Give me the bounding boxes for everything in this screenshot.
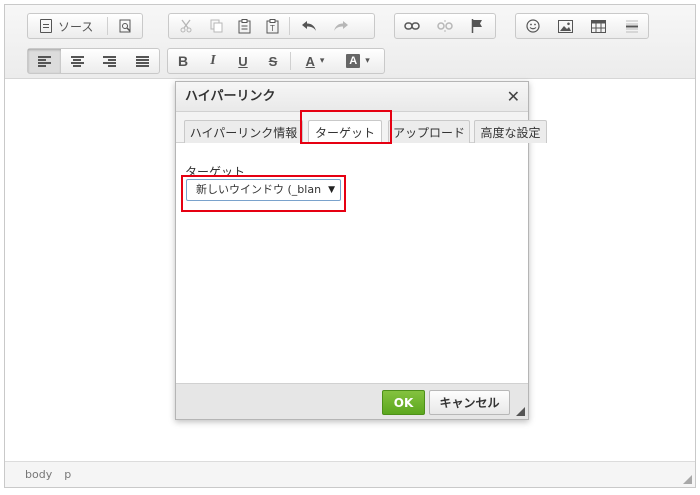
close-icon[interactable]: ✕: [507, 82, 520, 112]
chevron-down-icon: ▾: [319, 56, 325, 66]
underline-button[interactable]: U: [228, 49, 258, 73]
separator: [107, 17, 109, 35]
text-color-button[interactable]: A ▾: [293, 49, 337, 73]
link-button[interactable]: [395, 14, 429, 38]
unlink-button[interactable]: [429, 14, 461, 38]
dialog-title: ハイパーリンク: [185, 89, 276, 104]
editor-footer: body p: [5, 461, 695, 487]
highlight-box-target-tab: [300, 110, 392, 144]
source-icon: [39, 19, 52, 33]
justify-icon: [136, 55, 150, 67]
horizontal-rule-icon: [625, 20, 638, 33]
source-button[interactable]: ソース: [28, 14, 105, 38]
bold-button[interactable]: B: [168, 49, 198, 73]
align-right-icon: [103, 55, 117, 67]
dialog-title-bar: ハイパーリンク ✕: [176, 82, 528, 112]
paste-text-icon: T: [266, 18, 279, 33]
ok-button[interactable]: OK: [382, 390, 425, 415]
background-color-button[interactable]: A ▾: [337, 49, 379, 73]
source-group: ソース: [27, 13, 143, 39]
insert-group: [515, 13, 649, 39]
element-path-p[interactable]: p: [64, 468, 71, 481]
dialog-footer: OK キャンセル: [176, 383, 528, 419]
link-group: [394, 13, 496, 39]
preview-button[interactable]: [110, 14, 142, 38]
source-label: ソース: [57, 19, 94, 34]
undo-button[interactable]: [292, 14, 326, 38]
element-path-body[interactable]: body: [25, 468, 52, 481]
background-color-icon: A: [346, 54, 361, 68]
cancel-button[interactable]: キャンセル: [429, 390, 510, 415]
editor-resize-grip[interactable]: [683, 475, 692, 484]
italic-button[interactable]: I: [198, 49, 228, 73]
copy-button[interactable]: [203, 14, 231, 38]
tab-upload[interactable]: アップロード: [388, 120, 470, 143]
clipboard-group: T: [168, 13, 375, 39]
dialog-resize-grip[interactable]: [516, 407, 525, 416]
align-left-button[interactable]: [28, 49, 61, 73]
separator: [289, 17, 290, 35]
tab-advanced[interactable]: 高度な設定: [474, 120, 547, 143]
anchor-button[interactable]: [461, 14, 493, 38]
table-icon: [591, 19, 606, 33]
smiley-icon: [525, 19, 540, 33]
separator: [290, 52, 291, 70]
horizontal-rule-button[interactable]: [615, 14, 648, 38]
highlight-box-target-select: [181, 175, 346, 212]
editor-toolbar: ソース T B I U S A ▾ A ▾: [5, 5, 695, 79]
format-group: B I U S A ▾ A ▾: [167, 48, 385, 74]
image-button[interactable]: [549, 14, 582, 38]
copy-icon: [210, 19, 223, 33]
cut-button[interactable]: [169, 14, 203, 38]
smiley-button[interactable]: [516, 14, 549, 38]
link-icon: [404, 22, 420, 30]
redo-button[interactable]: [326, 14, 356, 38]
unlink-icon: [437, 20, 453, 32]
tab-link-info[interactable]: ハイパーリンク情報: [184, 120, 303, 143]
align-center-icon: [70, 55, 84, 67]
undo-icon: [302, 21, 316, 31]
flag-icon: [471, 19, 482, 33]
svg-text:T: T: [270, 24, 275, 33]
strikethrough-button[interactable]: S: [258, 49, 288, 73]
justify-button[interactable]: [126, 49, 159, 73]
align-center-button[interactable]: [61, 49, 94, 73]
align-left-icon: [37, 55, 51, 67]
image-icon: [558, 19, 573, 33]
chevron-down-icon: ▾: [365, 56, 370, 66]
paste-icon: [238, 18, 251, 33]
paste-button[interactable]: [231, 14, 259, 38]
paste-text-button[interactable]: T: [259, 14, 287, 38]
table-button[interactable]: [582, 14, 615, 38]
scissors-icon: [180, 19, 192, 33]
align-right-button[interactable]: [94, 49, 127, 73]
text-color-icon: A: [305, 53, 315, 69]
align-group: [27, 48, 160, 74]
redo-icon: [334, 21, 348, 31]
preview-icon: [119, 19, 131, 32]
